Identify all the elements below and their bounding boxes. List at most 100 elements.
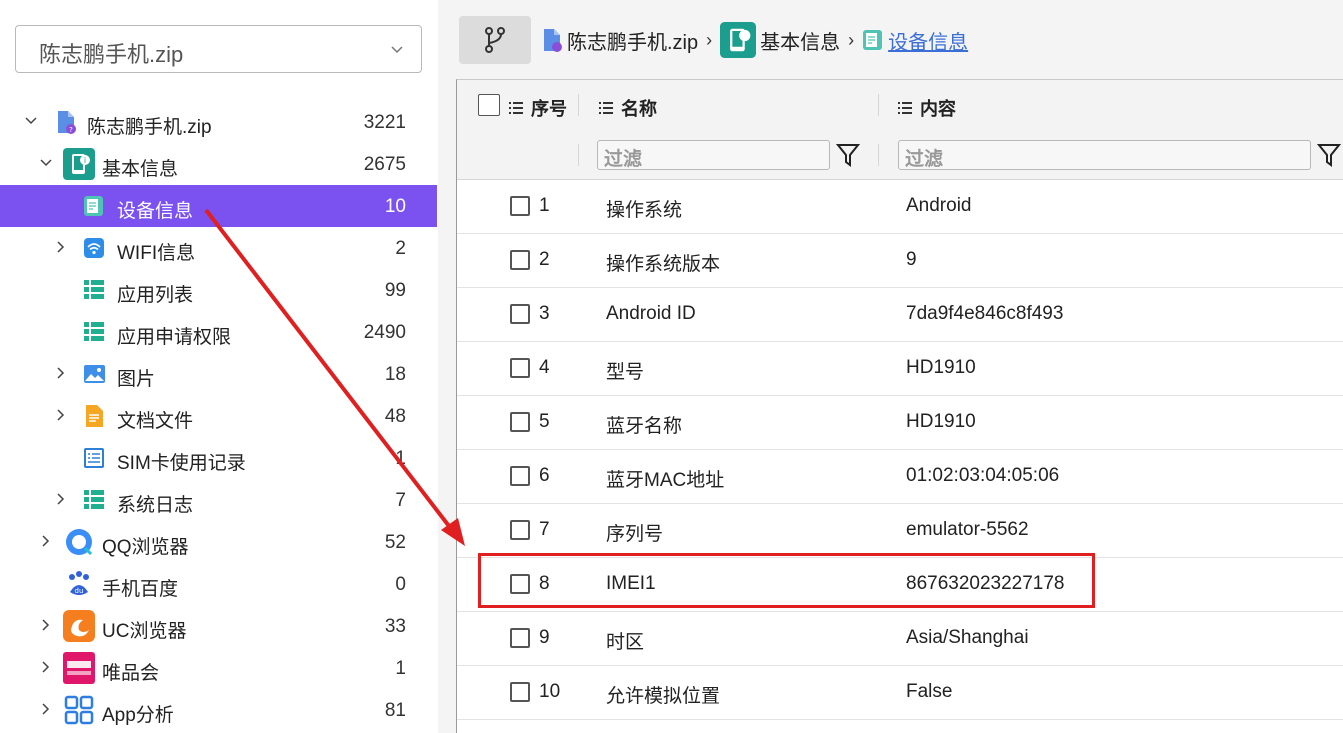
breadcrumb-current-label[interactable]: 设备信息	[888, 26, 968, 55]
chevron-right-icon[interactable]	[55, 409, 67, 421]
column-menu-icon[interactable]	[599, 101, 613, 115]
row-checkbox[interactable]	[510, 358, 530, 378]
row-checkbox[interactable]	[510, 304, 530, 324]
branch-button[interactable]	[459, 16, 531, 64]
svg-text:i: i	[84, 156, 86, 165]
grid-filter-row: 过滤 过滤	[457, 130, 1343, 180]
breadcrumb-category-label: 基本信息	[760, 31, 841, 54]
tree-item-count: 1	[395, 448, 406, 469]
column-header-index[interactable]: 序号	[509, 95, 567, 121]
tree-item-label: 图片	[117, 369, 156, 390]
tree-item-app-permissions[interactable]: 应用申请权限 2490	[0, 311, 437, 353]
row-index: 1	[539, 195, 550, 216]
column-header-label: 名称	[621, 99, 657, 119]
name-filter-input[interactable]: 过滤	[597, 140, 830, 170]
qq-browser-icon	[66, 529, 93, 556]
tree-item-label: 陈志鹏手机.zip	[87, 117, 212, 138]
breadcrumb-current[interactable]: 设备信息	[862, 26, 968, 55]
breadcrumb-category[interactable]: 基本信息	[720, 22, 840, 58]
tree-item-baidu[interactable]: du 手机百度 0	[0, 563, 437, 605]
chevron-right-icon[interactable]	[40, 619, 52, 631]
tree-item-uc-browser[interactable]: UC浏览器 33	[0, 605, 437, 647]
table-row[interactable]: 2 操作系统版本 9	[457, 234, 1343, 288]
row-checkbox[interactable]	[510, 196, 530, 216]
filter-icon[interactable]	[1317, 142, 1341, 168]
chevron-right-icon[interactable]	[40, 661, 52, 673]
tree-item-count: 2675	[363, 154, 406, 175]
sim-icon	[84, 448, 104, 468]
tree-item-images[interactable]: 图片 18	[0, 353, 437, 395]
column-header-content[interactable]: 内容	[898, 95, 956, 121]
tree-item-qq-browser[interactable]: QQ浏览器 52	[0, 521, 437, 563]
basic-info-icon	[720, 22, 757, 58]
row-checkbox[interactable]	[510, 466, 530, 486]
chevron-down-icon[interactable]	[25, 115, 37, 127]
file-select[interactable]: 陈志鹏手机.zip	[15, 25, 422, 73]
tree-item-count: 10	[384, 196, 406, 217]
breadcrumb-root-label: 陈志鹏手机.zip	[567, 31, 699, 54]
row-index: 7	[539, 519, 550, 540]
row-content: 7da9f4e846c8f493	[906, 303, 1064, 324]
tree-item-count: 52	[384, 532, 406, 553]
tree-item-basic-info[interactable]: i 基本信息 2675	[0, 143, 437, 185]
tree-item-label: UC浏览器	[102, 621, 187, 642]
device-info-icon	[863, 30, 883, 50]
column-divider[interactable]	[578, 94, 579, 116]
basic-info-icon: i	[63, 148, 95, 180]
chevron-right-icon[interactable]	[40, 703, 52, 715]
tree-item-count: 48	[384, 406, 406, 427]
table-row[interactable]: 10 允许模拟位置 False	[457, 666, 1343, 720]
tree-item-sim-records[interactable]: SIM卡使用记录 1	[0, 437, 437, 479]
table-row[interactable]: 9 时区 Asia/Shanghai	[457, 612, 1343, 666]
tree-item-vip[interactable]: 唯品会 1	[0, 647, 437, 689]
tree-item-documents[interactable]: 文档文件 48	[0, 395, 437, 437]
tree-item-label: 基本信息	[102, 159, 179, 180]
tree-item-app-list[interactable]: 应用列表 99	[0, 269, 437, 311]
table-row[interactable]: 5 蓝牙名称 HD1910	[457, 396, 1343, 450]
row-checkbox[interactable]	[510, 250, 530, 270]
row-index: 6	[539, 465, 550, 486]
column-divider	[878, 144, 879, 166]
tree-item-zip[interactable]: ? 陈志鹏手机.zip 3221	[0, 101, 437, 143]
tree-item-label: 应用列表	[117, 285, 194, 306]
row-content: False	[906, 681, 953, 702]
filter-icon[interactable]	[836, 142, 860, 168]
table-row[interactable]: 6 蓝牙MAC地址 01:02:03:04:05:06	[457, 450, 1343, 504]
tree-item-device-info[interactable]: 设备信息 10	[0, 185, 437, 227]
branch-icon	[485, 27, 505, 53]
row-checkbox[interactable]	[510, 682, 530, 702]
chevron-right-icon[interactable]	[55, 493, 67, 505]
table-row[interactable]: 4 型号 HD1910	[457, 342, 1343, 396]
tree-item-wifi[interactable]: WIFI信息 2	[0, 227, 437, 269]
column-menu-icon[interactable]	[898, 101, 912, 115]
row-content: Asia/Shanghai	[906, 627, 1029, 648]
svg-text:?: ?	[69, 126, 73, 134]
list-icon	[84, 490, 104, 509]
column-divider[interactable]	[878, 94, 879, 116]
table-row[interactable]: 7 序列号 emulator-5562	[457, 504, 1343, 558]
chevron-down-icon[interactable]	[40, 157, 52, 169]
column-menu-icon[interactable]	[509, 101, 523, 115]
chevron-right-icon[interactable]	[55, 241, 67, 253]
tree-item-count: 2	[395, 238, 406, 259]
tree-item-label: 设备信息	[117, 201, 194, 222]
row-checkbox[interactable]	[510, 628, 530, 648]
row-index: 3	[539, 303, 550, 324]
table-row[interactable]: 1 操作系统 Android	[457, 180, 1343, 234]
tree-item-count: 7	[395, 490, 406, 511]
content-filter-input[interactable]: 过滤	[898, 140, 1311, 170]
tree-item-count: 33	[384, 616, 406, 637]
chevron-right-icon[interactable]	[55, 367, 67, 379]
row-checkbox[interactable]	[510, 412, 530, 432]
row-checkbox[interactable]	[510, 520, 530, 540]
tree-item-count: 99	[384, 280, 406, 301]
tree-item-app-analysis[interactable]: App分析 81	[0, 689, 437, 731]
select-all-checkbox[interactable]	[478, 94, 500, 116]
tree-item-system-log[interactable]: 系统日志 7	[0, 479, 437, 521]
row-name: 蓝牙名称	[606, 416, 683, 437]
wifi-icon	[84, 238, 104, 258]
table-row[interactable]: 3 Android ID 7da9f4e846c8f493	[457, 288, 1343, 342]
breadcrumb-root[interactable]: 陈志鹏手机.zip	[541, 26, 698, 55]
column-header-name[interactable]: 名称	[599, 95, 657, 121]
chevron-right-icon[interactable]	[40, 535, 52, 547]
